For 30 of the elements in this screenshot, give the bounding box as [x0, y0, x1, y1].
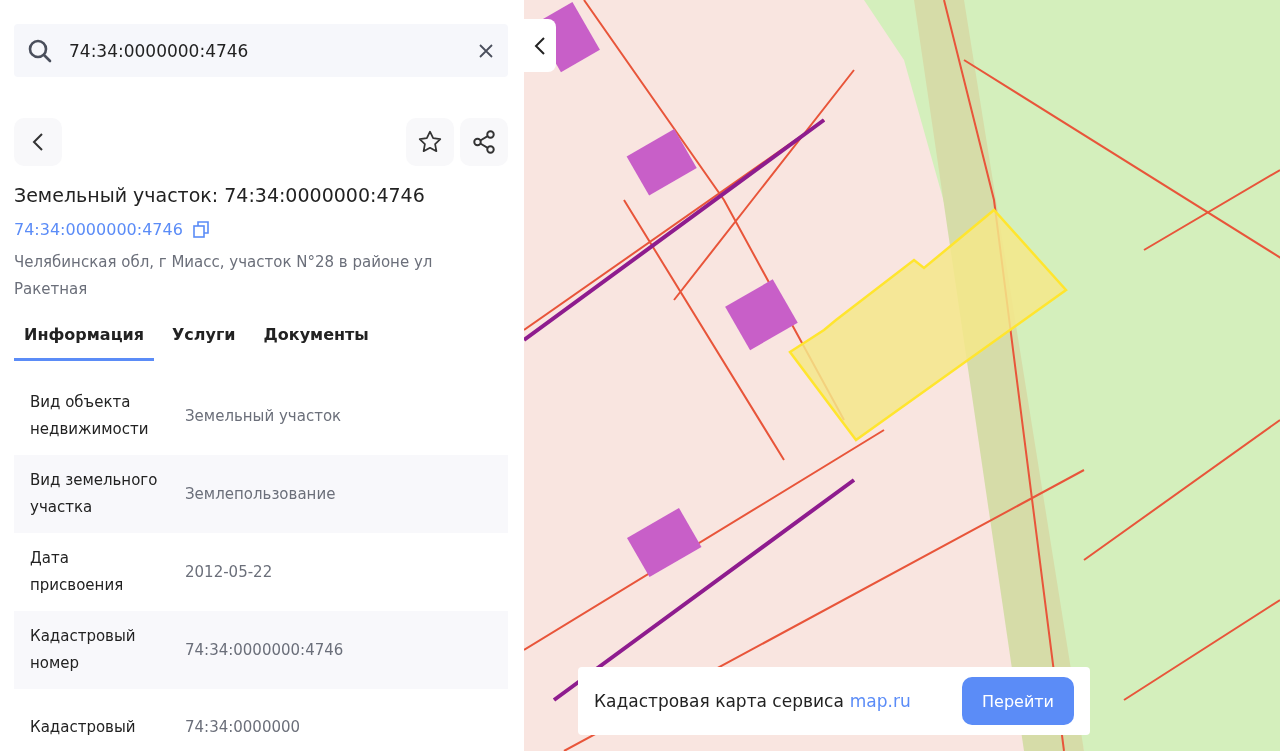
property-value: Земельный участок — [185, 407, 342, 425]
tab[interactable]: Услуги — [162, 313, 246, 361]
copy-icon[interactable] — [192, 221, 209, 238]
parcel-title: Земельный участок: 74:34:0000000:4746 — [14, 184, 426, 206]
property-label: Кадастровый — [30, 716, 137, 738]
favorite-button[interactable] — [406, 118, 454, 166]
share-button[interactable] — [460, 118, 508, 166]
property-label: Вид объекта недвижимости — [30, 392, 150, 440]
share-icon — [471, 129, 497, 155]
back-icon — [32, 132, 44, 152]
chevron-left-icon — [534, 35, 546, 56]
property-value: 74:34:0000000 — [185, 718, 301, 736]
search-icon — [27, 37, 53, 64]
search-field[interactable]: 74:34:0000000:4746 — [14, 24, 508, 77]
property-value: 2012-05-22 — [185, 563, 273, 581]
property-label: Дата присвоения — [30, 548, 125, 596]
tab[interactable]: Документы — [253, 313, 379, 361]
address-text: Челябинская обл, г Миасс, участок N°28 в районе ул Ракетная — [14, 252, 434, 300]
back-button[interactable] — [14, 118, 62, 166]
close-icon[interactable] — [478, 42, 494, 59]
banner-text: Кадастровая карта сервиса — [594, 691, 844, 711]
property-value: Землепользование — [185, 485, 336, 503]
property-value: 74:34:0000000:4746 — [185, 641, 344, 659]
property-label: Кадастровый номер — [30, 626, 137, 674]
property-label: Вид земельного участка — [30, 470, 159, 518]
collapse-panel-button[interactable] — [524, 19, 556, 72]
map-view[interactable]: Кадастровая карта сервиса map.ru Перейти — [524, 0, 1280, 751]
tab[interactable]: Информация — [14, 313, 154, 361]
search-input[interactable]: 74:34:0000000:4746 — [69, 40, 462, 61]
star-icon — [417, 129, 443, 155]
